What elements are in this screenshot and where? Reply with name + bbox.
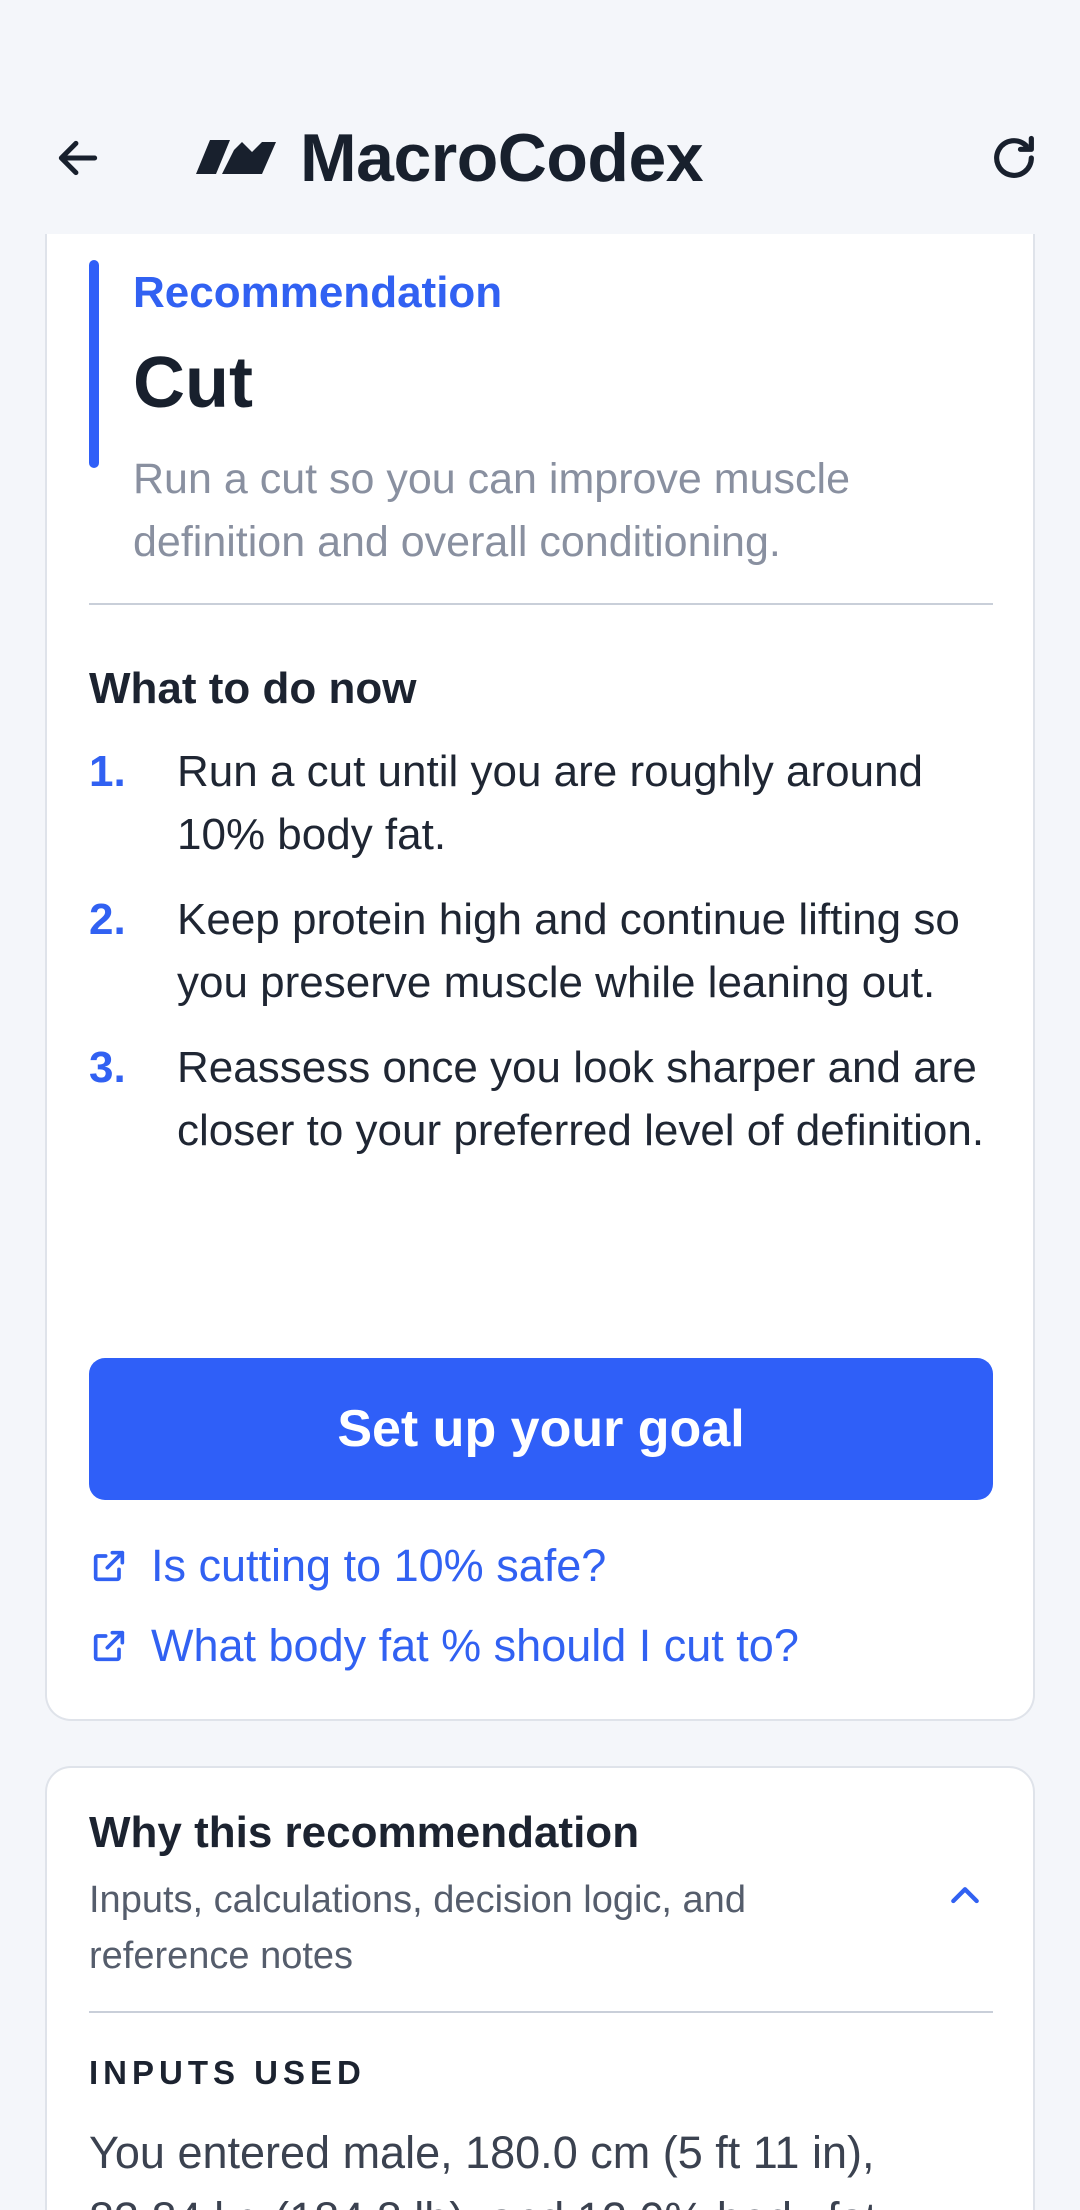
step-number: 2. [89,895,126,944]
inputs-used-text: You entered male, 180.0 cm (5 ft 11 in),… [89,2127,890,2210]
brand: MacroCodex [196,118,704,198]
link-label: Is cutting to 10% safe? [151,1540,607,1591]
external-link-icon [93,1630,125,1662]
step-text: Run a cut until you are roughly around 1… [177,747,924,859]
macrocodex-logo-icon [196,140,276,174]
step-item: 2. Keep protein high and continue liftin… [89,888,999,1014]
arrow-left-icon [58,140,98,176]
accent-bar [89,260,99,468]
step-number: 1. [89,747,126,796]
why-title: Why this recommendation [89,1808,640,1857]
divider [89,2011,993,2013]
link-cutting-safe[interactable]: Is cutting to 10% safe? [89,1540,606,1592]
step-text: Keep protein high and continue lifting s… [177,895,960,1007]
collapse-toggle[interactable] [937,1868,993,1924]
inputs-used-label: INPUTS USED [89,2054,366,2091]
step-text: Reassess once you look sharper and are c… [177,1043,985,1155]
back-button[interactable] [48,128,108,188]
external-link-icon [93,1550,125,1582]
recommendation-eyebrow: Recommendation [133,268,503,317]
recommendation-description: Run a cut so you can improve muscle defi… [133,455,850,566]
divider [89,603,993,605]
recommendation-title: Cut [133,343,253,423]
step-item: 1. Run a cut until you are roughly aroun… [89,740,999,866]
steps-list: 1. Run a cut until you are roughly aroun… [89,740,999,1184]
link-body-fat-target[interactable]: What body fat % should I cut to? [89,1620,799,1672]
what-to-do-heading: What to do now [89,664,417,713]
link-label: What body fat % should I cut to? [151,1620,799,1671]
app-title: MacroCodex [300,120,704,196]
why-card: Why this recommendation Inputs, calculat… [45,1766,1035,2210]
refresh-button[interactable] [982,126,1046,190]
recommendation-card: Recommendation Cut Run a cut so you can … [45,200,1035,1721]
refresh-icon [994,135,1034,178]
app-header: MacroCodex [0,0,1080,234]
step-number: 3. [89,1043,126,1092]
chevron-up-icon [951,1887,979,1904]
why-subtitle: Inputs, calculations, decision logic, an… [89,1879,746,1977]
set-up-goal-button[interactable]: Set up your goal [89,1358,993,1500]
page: Recommendation Cut Run a cut so you can … [0,0,1080,2210]
step-item: 3. Reassess once you look sharper and ar… [89,1036,999,1162]
